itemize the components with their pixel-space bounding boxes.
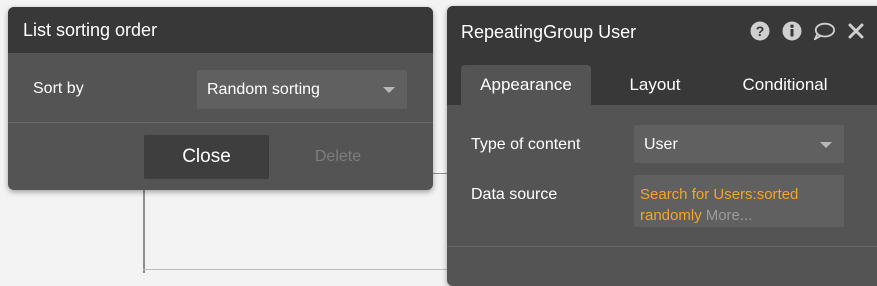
expression-line-1: Search for Users:sorted: [640, 186, 799, 203]
close-button[interactable]: Close: [144, 135, 269, 179]
tab-layout[interactable]: Layout: [595, 65, 715, 105]
panel-title: List sorting order: [23, 19, 158, 40]
chevron-down-icon: [820, 142, 832, 148]
panel-header: List sorting order: [8, 7, 433, 53]
info-icon[interactable]: [781, 20, 803, 42]
close-icon[interactable]: [845, 20, 867, 42]
expression-line-2: randomly More...: [640, 205, 838, 226]
data-source-label: Data source: [471, 186, 558, 203]
panel-header: RepeatingGroup User ?: [447, 6, 877, 58]
help-icon[interactable]: ?: [749, 20, 771, 42]
type-of-content-dropdown[interactable]: User: [634, 125, 844, 163]
sort-by-dropdown[interactable]: Random sorting: [197, 70, 407, 109]
sort-by-label: Sort by: [33, 80, 84, 97]
tabs-bar: Appearance Layout Conditional: [447, 58, 877, 105]
data-source-expression[interactable]: Search for Users:sorted randomly More...: [634, 175, 844, 227]
svg-text:?: ?: [756, 23, 765, 39]
divider: [8, 122, 433, 123]
list-sorting-order-panel: List sorting order Sort by Random sortin…: [8, 7, 433, 190]
divider: [447, 246, 877, 247]
chevron-down-icon: [383, 87, 395, 93]
tab-appearance[interactable]: Appearance: [461, 65, 591, 105]
delete-button[interactable]: Delete: [290, 135, 386, 179]
header-icons: ?: [749, 20, 867, 42]
tab-conditional[interactable]: Conditional: [723, 65, 847, 105]
canvas-connector-horizontal: [143, 269, 447, 270]
comment-icon[interactable]: [813, 20, 835, 42]
type-of-content-value: User: [644, 136, 678, 153]
canvas-connector-short: [431, 173, 447, 174]
more-link[interactable]: More...: [706, 207, 753, 224]
type-of-content-label: Type of content: [471, 136, 581, 153]
property-editor-panel: RepeatingGroup User ? Appearance Layout …: [447, 6, 877, 286]
sort-by-row: Sort by Random sorting: [8, 70, 433, 110]
sort-by-value: Random sorting: [207, 81, 320, 98]
panel-title: RepeatingGroup User: [461, 21, 637, 42]
canvas-connector-vertical: [143, 190, 145, 273]
expression-text: randomly: [640, 207, 702, 224]
